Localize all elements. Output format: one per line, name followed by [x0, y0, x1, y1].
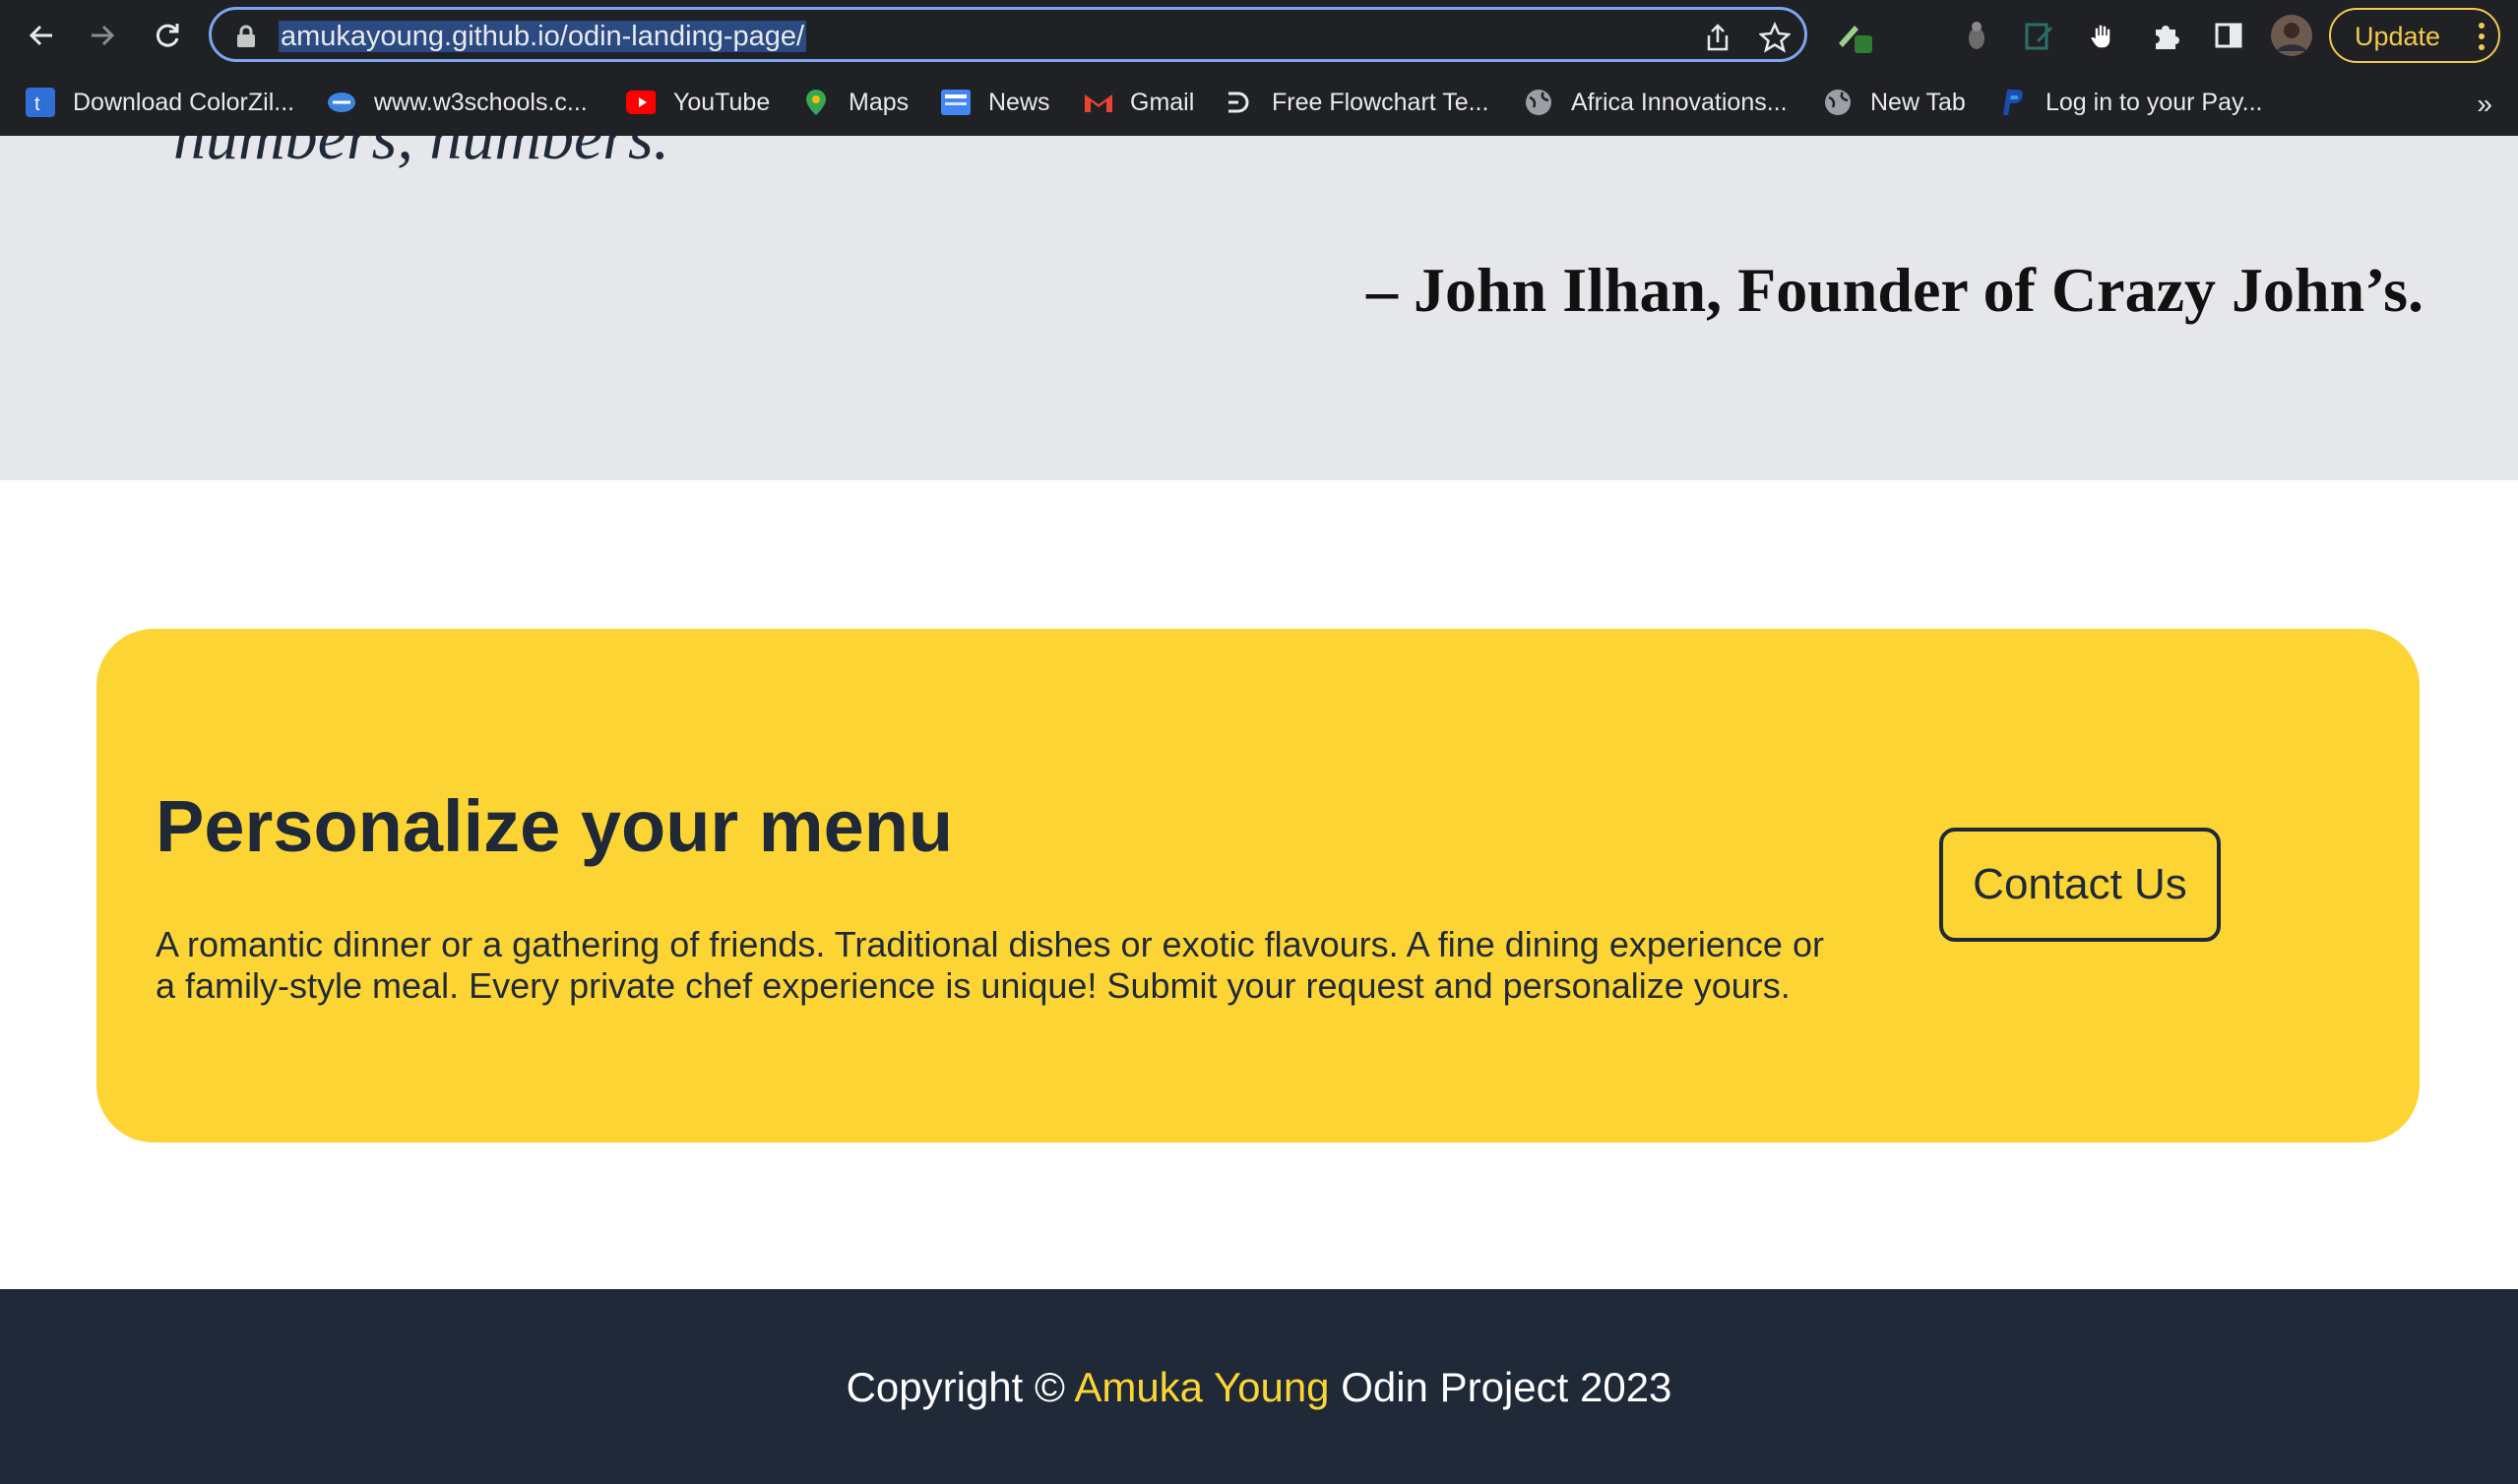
bookmark-item[interactable]: News	[941, 85, 1050, 120]
quote-text: numbers, numbers.	[173, 136, 670, 173]
footer: Copyright © Amuka Young Odin Project 202…	[0, 1289, 2518, 1484]
colorzilla-icon: t	[26, 88, 55, 117]
edit-extension-icon[interactable]	[2018, 14, 2061, 57]
bookmark-item[interactable]: Gmail	[1083, 85, 1194, 120]
reload-icon[interactable]	[144, 12, 191, 59]
bookmark-item[interactable]: Log in to your Pay...	[1998, 85, 2263, 120]
svg-text:t: t	[34, 93, 40, 115]
gmail-icon	[1083, 88, 1112, 117]
globe-icon	[1823, 88, 1853, 117]
bookmark-label: Gmail	[1130, 88, 1195, 116]
cta-title: Personalize your menu	[156, 785, 954, 867]
back-arrow-icon[interactable]	[18, 12, 65, 59]
share-icon[interactable]	[1700, 20, 1735, 55]
maps-icon	[801, 88, 831, 117]
bookmark-star-icon[interactable]	[1757, 20, 1793, 55]
update-label: Update	[2355, 22, 2441, 51]
w3schools-icon	[327, 88, 356, 117]
bookmark-label: Free Flowchart Te...	[1272, 88, 1489, 116]
quote-section: numbers, numbers. – John Ilhan, Founder …	[0, 136, 2518, 480]
contact-us-button[interactable]: Contact Us	[1939, 828, 2221, 942]
youtube-icon	[626, 88, 656, 117]
bookmark-item[interactable]: t Download ColorZil...	[26, 85, 294, 120]
update-button[interactable]: Update	[2329, 8, 2500, 63]
bookmark-label: Download ColorZil...	[73, 88, 295, 116]
bookmarks-bar: t Download ColorZil... www.w3schools.c..…	[0, 71, 2518, 137]
forward-arrow-icon[interactable]	[79, 12, 126, 59]
news-icon	[941, 88, 971, 117]
hand-cursor-icon[interactable]	[2081, 14, 2124, 57]
cta-card: Personalize your menu A romantic dinner …	[96, 629, 2420, 1143]
extension-icon[interactable]	[1955, 14, 1998, 57]
author-name: Amuka Young	[1074, 1364, 1330, 1410]
more-bookmarks-icon[interactable]: »	[2477, 89, 2492, 120]
bookmark-label: Africa Innovations...	[1571, 88, 1788, 116]
bookmark-label: New Tab	[1870, 88, 1966, 116]
copyright-suffix: Odin Project 2023	[1341, 1364, 1672, 1410]
more-menu-icon[interactable]	[2479, 22, 2485, 51]
footer-copyright: Copyright © Amuka Young Odin Project 202…	[0, 1364, 2518, 1411]
bookmark-item[interactable]: Free Flowchart Te...	[1225, 85, 1488, 120]
lock-icon	[235, 25, 257, 48]
avatar[interactable]	[2270, 14, 2313, 57]
browser-toolbar: amukayoung.github.io/odin-landing-page/ …	[0, 0, 2518, 71]
bookmark-label: YouTube	[673, 88, 771, 116]
bookmark-label: Maps	[849, 88, 910, 116]
copyright-prefix: Copyright ©	[846, 1364, 1065, 1410]
bookmark-item[interactable]: YouTube	[626, 85, 770, 120]
flowchart-icon	[1225, 88, 1254, 117]
paypal-icon	[1998, 88, 2028, 117]
bookmark-item[interactable]: New Tab	[1823, 85, 1966, 120]
puzzle-extensions-icon[interactable]	[2144, 14, 2187, 57]
bookmark-item[interactable]: Africa Innovations...	[1524, 85, 1788, 120]
url-text[interactable]: amukayoung.github.io/odin-landing-page/	[279, 19, 807, 54]
cta-body: A romantic dinner or a gathering of frie…	[156, 924, 1824, 1006]
address-bar[interactable]: amukayoung.github.io/odin-landing-page/	[209, 7, 1807, 62]
bookmark-label: Log in to your Pay...	[2046, 88, 2263, 116]
globe-icon	[1524, 88, 1553, 117]
bookmark-item[interactable]: www.w3schools.c...	[327, 85, 588, 120]
bookmark-label: www.w3schools.c...	[374, 88, 588, 116]
pen-extension-icon[interactable]	[1833, 14, 1876, 57]
bookmark-item[interactable]: Maps	[801, 85, 909, 120]
quote-author: – John Ilhan, Founder of Crazy John’s.	[1366, 255, 2424, 325]
side-panel-icon[interactable]	[2207, 14, 2250, 57]
bookmark-label: News	[988, 88, 1050, 116]
